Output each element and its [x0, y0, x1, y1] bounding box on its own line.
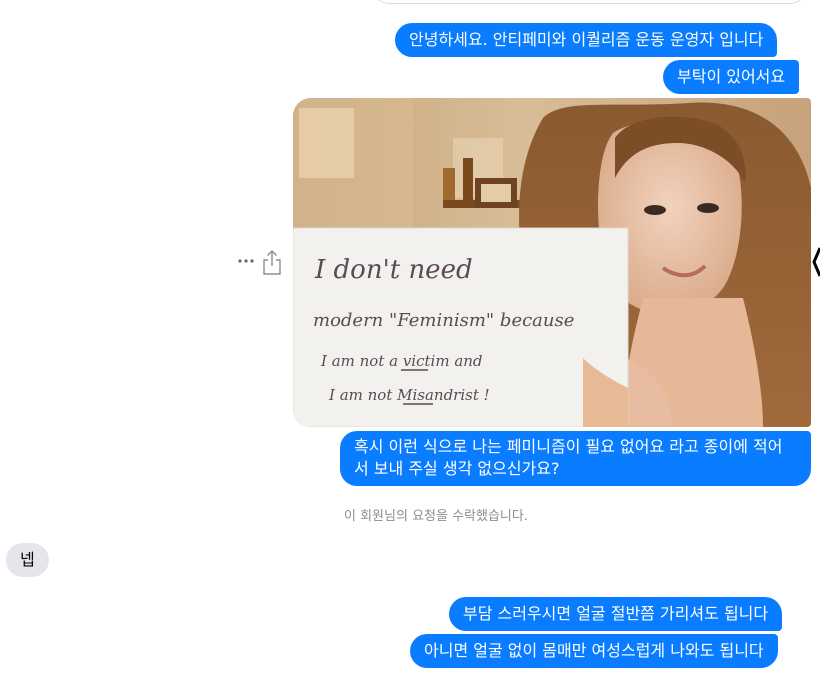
sign-line-2: modern "Feminism" because: [313, 310, 574, 331]
share-icon[interactable]: [261, 249, 283, 277]
scroll-handle[interactable]: [810, 244, 820, 280]
status-text: 이 회원님의 요청을 수락했습니다.: [344, 509, 528, 524]
sign-line-1: I don't need: [314, 255, 473, 285]
sign-line-3: I am not a victim and: [320, 352, 483, 370]
sent-message[interactable]: 아니면 얼굴 없이 몸매만 여성스럽게 나와도 됩니다: [410, 634, 778, 668]
shared-photo[interactable]: I don't need modern "Feminism" because I…: [293, 98, 811, 427]
sent-message[interactable]: 부탁이 있어서요: [663, 60, 800, 94]
photo-image: I don't need modern "Feminism" because I…: [293, 98, 811, 427]
sign-line-4: I am not Misandrist !: [328, 386, 490, 404]
previous-message-edge: [372, 0, 808, 4]
received-message[interactable]: 넵: [6, 543, 49, 577]
sent-message[interactable]: 부담 스러우시면 얼굴 절반쯤 가리셔도 됩니다: [449, 597, 783, 631]
sent-message[interactable]: 혹시 이런 식으로 나는 페미니즘이 필요 없어요 라고 종이에 적어서 보내 …: [340, 431, 811, 486]
sent-message[interactable]: 안녕하세요. 안티페미와 이퀄리즘 운동 운영자 입니다: [395, 23, 778, 57]
more-horizontal-icon[interactable]: [237, 249, 255, 277]
